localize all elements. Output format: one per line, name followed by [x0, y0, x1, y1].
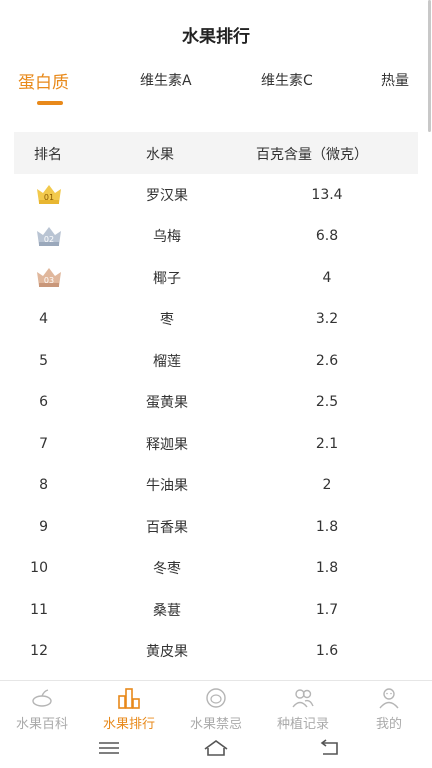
- column-value: 百克含量（微克）: [256, 147, 368, 163]
- nav-fruit-encyclopedia[interactable]: 水果百科: [2, 685, 82, 732]
- menu-icon[interactable]: [96, 738, 122, 758]
- table-row[interactable]: 8 牛油果 2: [0, 465, 432, 507]
- rank-number: 8: [39, 477, 49, 494]
- fruit-name: 乌梅: [153, 229, 181, 246]
- content-value: 2.1: [315, 435, 339, 452]
- rank-number: 12: [30, 643, 49, 660]
- content-value: 1.7: [315, 601, 339, 618]
- rank-number: 10: [30, 560, 49, 577]
- rank-number: 9: [39, 518, 49, 535]
- table-row[interactable]: 01 罗汉果 13.4: [0, 174, 432, 216]
- rank-number: 5: [39, 352, 49, 369]
- fruit-name: 百香果: [146, 519, 188, 536]
- content-value: 2: [322, 477, 332, 494]
- table-row[interactable]: 11 桑葚 1.7: [0, 589, 432, 631]
- nav-fruit-taboo[interactable]: 水果禁忌: [176, 685, 256, 732]
- ranking-list: 01 罗汉果 13.4 02 乌梅 6.8 03 椰子 4 4 枣 3.2 5 …: [0, 174, 432, 672]
- nav-fruit-ranking[interactable]: 水果排行: [89, 685, 169, 732]
- gold-medal-icon: 01: [37, 185, 61, 204]
- table-row[interactable]: 12 黄皮果 1.6: [0, 631, 432, 673]
- fruit-name: 椰子: [153, 270, 181, 287]
- back-icon[interactable]: [317, 738, 343, 758]
- bronze-medal-icon: 03: [37, 268, 61, 287]
- nav-label: 水果禁忌: [189, 717, 242, 732]
- fruit-name: 枣: [160, 312, 174, 329]
- table-row[interactable]: 6 蛋黄果 2.5: [0, 382, 432, 424]
- content-value: 1.6: [315, 643, 339, 660]
- profile-icon: [379, 688, 399, 709]
- tab-vitamin-c[interactable]: 维生素C: [261, 70, 313, 90]
- home-icon[interactable]: [203, 738, 229, 758]
- table-row[interactable]: 5 榴莲 2.6: [0, 340, 432, 382]
- table-row[interactable]: 02 乌梅 6.8: [0, 216, 432, 258]
- silver-medal-icon: 02: [37, 226, 61, 246]
- category-tabs: 蛋白质 维生素A 维生素C 热量: [0, 62, 432, 108]
- app-header: 水果排行: [0, 0, 432, 62]
- rank-number: 6: [39, 394, 49, 411]
- nav-label: 种植记录: [276, 717, 329, 732]
- fruit-name: 榴莲: [153, 353, 181, 370]
- table-row[interactable]: 10 冬枣 1.8: [0, 548, 432, 590]
- column-fruit: 水果: [146, 147, 174, 163]
- planting-record-icon: [292, 689, 314, 708]
- bottom-navigation: 水果百科 水果排行 水果禁忌 种植记录 我的: [0, 680, 432, 733]
- content-value: 1.8: [315, 518, 339, 535]
- rank-number: 11: [30, 601, 49, 618]
- page-title: 水果排行: [182, 26, 250, 47]
- content-value: 2.6: [315, 352, 339, 369]
- nav-label: 水果排行: [102, 717, 155, 732]
- nav-profile[interactable]: 我的: [349, 685, 429, 732]
- taboo-icon: [206, 688, 226, 708]
- tab-vitamin-a[interactable]: 维生素A: [140, 70, 192, 90]
- svg-text:02: 02: [44, 235, 54, 244]
- fruit-name: 释迦果: [146, 436, 188, 453]
- nav-label: 我的: [375, 717, 402, 732]
- rank-number: 4: [39, 311, 49, 328]
- svg-text:01: 01: [44, 193, 54, 202]
- table-header: 排名 水果 百克含量（微克）: [14, 132, 418, 174]
- nav-planting-record[interactable]: 种植记录: [263, 685, 343, 732]
- system-navigation-bar: [0, 732, 432, 768]
- table-row[interactable]: 9 百香果 1.8: [0, 506, 432, 548]
- active-tab-indicator: [37, 101, 63, 105]
- svg-text:03: 03: [44, 276, 54, 285]
- ranking-icon: [118, 688, 140, 709]
- column-rank: 排名: [34, 147, 62, 163]
- rank-number: 7: [39, 435, 49, 452]
- nav-label: 水果百科: [15, 717, 68, 732]
- content-value: 2.5: [315, 394, 339, 411]
- fruit-name: 牛油果: [146, 478, 188, 495]
- tab-calories[interactable]: 热量: [381, 70, 409, 90]
- fruit-name: 冬枣: [153, 561, 181, 578]
- table-row[interactable]: 03 椰子 4: [0, 257, 432, 299]
- fruit-name: 桑葚: [153, 602, 181, 619]
- table-row[interactable]: 4 枣 3.2: [0, 299, 432, 341]
- content-value: 3.2: [315, 311, 339, 328]
- fruit-encyclopedia-icon: [32, 689, 52, 707]
- fruit-name: 罗汉果: [146, 187, 188, 204]
- fruit-name: 蛋黄果: [146, 395, 188, 412]
- content-value: 4: [322, 269, 332, 286]
- content-value: 13.4: [311, 186, 343, 203]
- fruit-name: 黄皮果: [146, 644, 188, 661]
- tab-protein[interactable]: 蛋白质: [18, 68, 69, 93]
- content-value: 6.8: [315, 228, 339, 245]
- content-value: 1.8: [315, 560, 339, 577]
- table-row[interactable]: 7 释迦果 2.1: [0, 423, 432, 465]
